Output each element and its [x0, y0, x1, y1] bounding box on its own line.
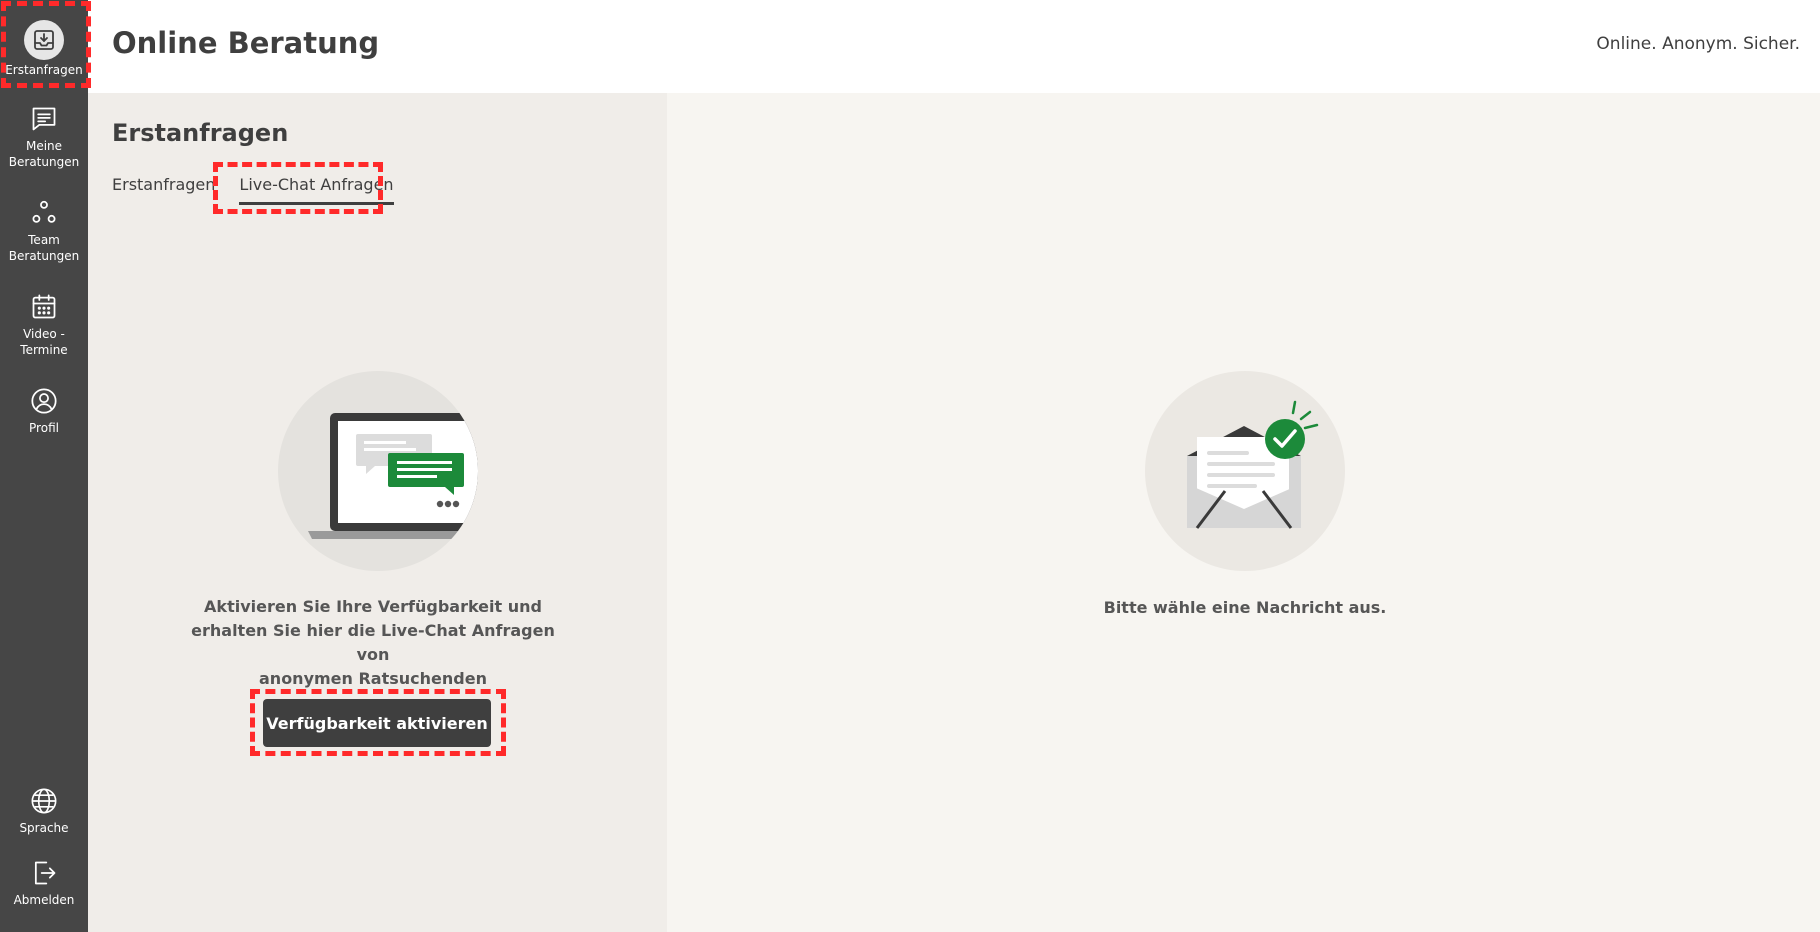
sidebar-item-profil[interactable]: Profil	[0, 386, 88, 436]
sidebar-item-sprache[interactable]: Sprache	[0, 786, 88, 836]
laptop-chat-illustration	[278, 371, 478, 571]
user-profile-icon	[29, 386, 59, 416]
select-message-hint: Bitte wähle eine Nachricht aus.	[1103, 598, 1387, 617]
sidebar-item-label: Team Beratungen	[8, 233, 80, 263]
sidebar-item-label: Video - Termine	[20, 327, 68, 357]
availability-message: Aktivieren Sie Ihre Verfügbarkeit und er…	[191, 597, 555, 688]
sidebar-item-erstanfragen[interactable]: Erstanfragen	[0, 20, 88, 78]
tagline: Online. Anonym. Sicher.	[1596, 34, 1800, 54]
sidebar-item-team-beratungen[interactable]: Team Beratungen	[0, 198, 88, 264]
sidebar-item-label: Erstanfragen	[5, 63, 83, 77]
sidebar-item-label: Profil	[29, 421, 59, 435]
tab-erstanfragen[interactable]: Erstanfragen	[112, 175, 215, 205]
requests-list-panel: Erstanfragen Erstanfragen Live-Chat Anfr…	[88, 93, 667, 932]
sidebar-nav: Erstanfragen Meine Beratungen Team Berat…	[0, 0, 88, 932]
team-icon	[29, 198, 59, 228]
inbox-download-icon	[24, 20, 64, 60]
app-title: Online Beratung	[112, 26, 380, 60]
sidebar-item-abmelden[interactable]: Abmelden	[0, 858, 88, 908]
sidebar-item-meine-beratungen[interactable]: Meine Beratungen	[0, 104, 88, 170]
sidebar-item-label: Abmelden	[13, 893, 75, 907]
calendar-icon	[29, 292, 59, 322]
tab-live-chat-anfragen[interactable]: Live-Chat Anfragen	[239, 175, 394, 205]
panel-title: Erstanfragen	[112, 119, 289, 147]
sidebar-item-video-termine[interactable]: Video - Termine	[0, 292, 88, 358]
chat-message-icon	[29, 104, 59, 134]
request-tabs: Erstanfragen Live-Chat Anfragen	[112, 175, 394, 205]
sidebar-item-label: Meine Beratungen	[8, 139, 80, 169]
sidebar-item-label: Sprache	[19, 821, 69, 835]
logout-icon	[29, 858, 59, 888]
message-detail-panel: Bitte wähle eine Nachricht aus.	[667, 93, 1820, 932]
top-header: Online Beratung Online. Anonym. Sicher.	[88, 0, 1820, 93]
globe-icon	[29, 786, 59, 816]
envelope-check-illustration	[1145, 371, 1345, 571]
activate-availability-button[interactable]: Verfügbarkeit aktivieren	[263, 699, 491, 747]
